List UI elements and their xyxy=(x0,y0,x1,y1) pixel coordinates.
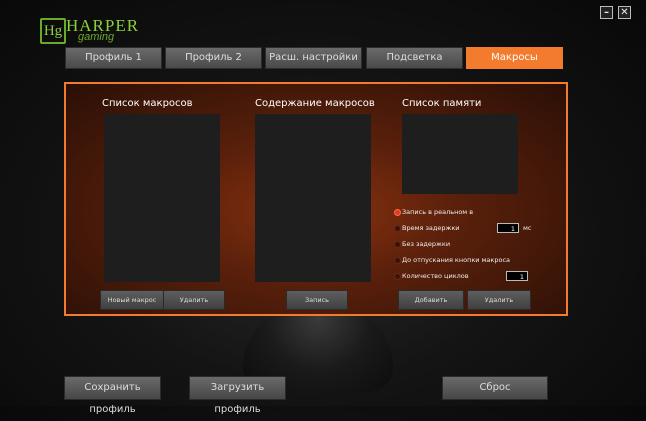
minimize-button[interactable]: – xyxy=(600,6,613,19)
option-no-delay[interactable]: Без задержки xyxy=(394,240,451,248)
close-button[interactable]: ✕ xyxy=(618,6,631,19)
memory-list[interactable] xyxy=(402,114,518,194)
radio-realtime[interactable] xyxy=(394,209,401,216)
tab-profile-1[interactable]: Профиль 1 xyxy=(65,47,162,69)
radio-delay-time[interactable] xyxy=(394,225,401,232)
logo-subtitle: gaming xyxy=(78,31,115,43)
option-no-delay-label: Без задержки xyxy=(402,240,451,248)
option-until-release[interactable]: До отпускания кнопки макроса xyxy=(394,256,511,264)
macro-content-list[interactable] xyxy=(255,114,371,282)
new-macro-button[interactable]: Новый макрос xyxy=(100,290,164,310)
tab-profile-2[interactable]: Профиль 2 xyxy=(165,47,262,69)
option-realtime-label: Запись в реальном в xyxy=(402,208,474,216)
option-cycles-label: Количество циклов xyxy=(402,272,469,280)
save-profile-button[interactable]: Сохранить профиль xyxy=(64,376,161,415)
macro-content-title: Содержание макросов xyxy=(255,98,375,109)
delay-value-input[interactable]: 1 xyxy=(497,223,519,233)
delay-unit-label: мс xyxy=(523,224,532,232)
reset-button[interactable]: Сброс xyxy=(442,376,548,400)
option-delay-time-label: Время задержки xyxy=(402,224,460,232)
option-delay-time[interactable]: Время задержки xyxy=(394,224,460,232)
record-button[interactable]: Запись xyxy=(286,290,348,310)
radio-until-release[interactable] xyxy=(394,257,401,264)
macro-list[interactable] xyxy=(104,114,220,282)
tab-macros[interactable]: Макросы xyxy=(466,47,563,69)
delete-memory-button[interactable]: Удалить xyxy=(467,290,531,310)
load-profile-button[interactable]: Загрузить профиль xyxy=(189,376,286,415)
cycles-value-input[interactable]: 1 xyxy=(506,271,528,281)
add-button[interactable]: Добавить xyxy=(398,290,464,310)
tab-backlight[interactable]: Подсветка xyxy=(366,47,463,69)
option-until-release-label: До отпускания кнопки макроса xyxy=(402,256,511,264)
option-realtime[interactable]: Запись в реальном в xyxy=(394,208,474,216)
delete-macro-button[interactable]: Удалить xyxy=(163,290,225,310)
option-cycles[interactable]: Количество циклов xyxy=(394,272,469,280)
radio-no-delay[interactable] xyxy=(394,241,401,248)
tab-advanced-settings[interactable]: Расш. настройки xyxy=(265,47,362,69)
macro-panel: Список макросов Содержание макросов Спис… xyxy=(64,82,568,316)
radio-cycles[interactable] xyxy=(394,273,401,280)
memory-list-title: Список памяти xyxy=(402,98,482,109)
macro-list-title: Список макросов xyxy=(102,98,193,109)
logo-mark: Hg xyxy=(40,18,66,44)
